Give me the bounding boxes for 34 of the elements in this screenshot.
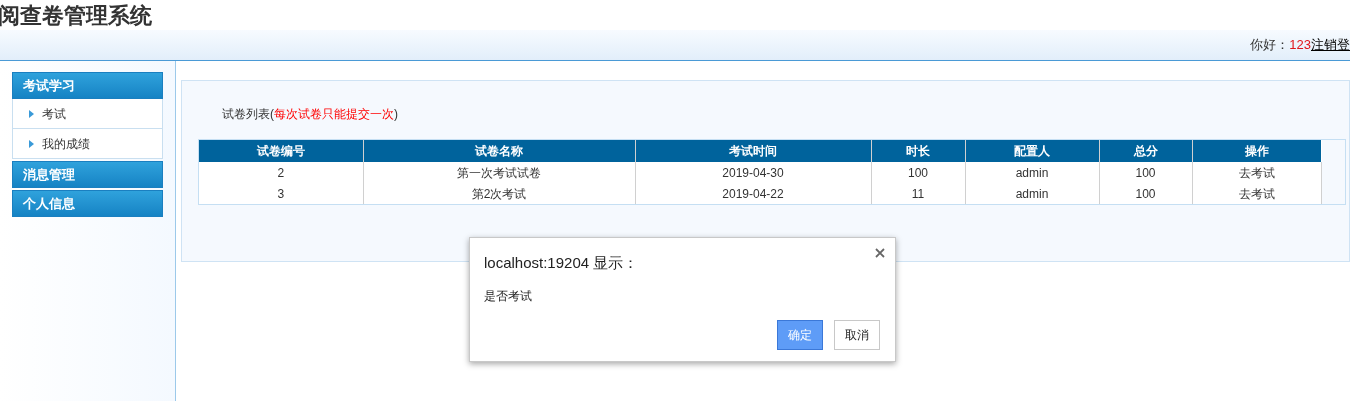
column-header: 总分 bbox=[1099, 140, 1192, 162]
column-header: 配置人 bbox=[965, 140, 1099, 162]
column-header: 试卷编号 bbox=[199, 140, 363, 162]
table-cell: admin bbox=[965, 183, 1099, 204]
take-exam-link[interactable]: 去考试 bbox=[1238, 165, 1275, 180]
table-cell: 11 bbox=[871, 183, 965, 204]
table-cell: 100 bbox=[1099, 183, 1192, 204]
menu-group-header[interactable]: 个人信息 bbox=[12, 190, 163, 217]
table-cell: 2 bbox=[199, 162, 363, 183]
menu-item[interactable]: 我的成绩 bbox=[12, 129, 163, 159]
table-cell: 100 bbox=[871, 162, 965, 183]
table-cell: 100 bbox=[1099, 162, 1192, 183]
column-header: 操作 bbox=[1192, 140, 1321, 162]
dialog-title: localhost:19204 显示： bbox=[484, 253, 639, 273]
list-caption: 试卷列表(每次试卷只能提交一次) bbox=[222, 107, 398, 121]
table-cell: admin bbox=[965, 162, 1099, 183]
app-title: 阅查卷管理系统 bbox=[0, 2, 152, 30]
menu-item[interactable]: 考试 bbox=[12, 99, 163, 129]
close-icon[interactable] bbox=[875, 248, 885, 258]
table-cell: 第2次考试 bbox=[363, 183, 635, 204]
table-cell: 2019-04-30 bbox=[635, 162, 871, 183]
greeting-text: 你好：123 bbox=[1250, 36, 1311, 55]
column-header: 考试时间 bbox=[635, 140, 871, 162]
table-cell: 2019-04-22 bbox=[635, 183, 871, 204]
column-header: 时长 bbox=[871, 140, 965, 162]
column-header: 试卷名称 bbox=[363, 140, 635, 162]
triangle-icon bbox=[29, 139, 34, 148]
triangle-icon bbox=[29, 109, 34, 118]
table-cell: 3 bbox=[199, 183, 363, 204]
logout-link[interactable]: 注销登 bbox=[1311, 35, 1350, 55]
cancel-button[interactable]: 取消 bbox=[834, 319, 880, 350]
table-cell: 第一次考试试卷 bbox=[363, 162, 635, 183]
take-exam-link[interactable]: 去考试 bbox=[1238, 186, 1275, 201]
dialog-message: 是否考试 bbox=[484, 288, 532, 303]
